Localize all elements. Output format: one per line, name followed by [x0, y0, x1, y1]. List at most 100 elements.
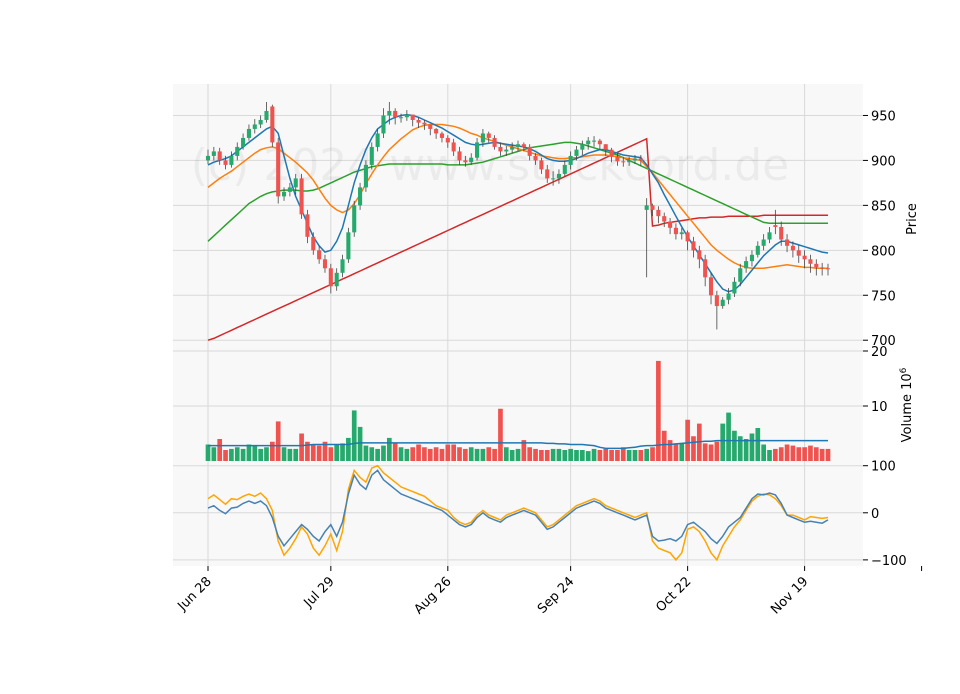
candle-body — [439, 133, 445, 138]
volume-tick-label: 20 — [871, 345, 888, 360]
candle-body — [445, 137, 450, 143]
watermark: (c) 2024 www.stockcord.de — [191, 140, 790, 191]
volume-axis-label: Volume 106 — [899, 367, 915, 442]
candle-body — [346, 232, 351, 260]
candle-body — [375, 133, 380, 147]
candle-body — [603, 144, 608, 150]
candle-body — [767, 232, 772, 240]
volume-bar — [316, 445, 322, 461]
candle-body — [340, 259, 345, 273]
volume-bar — [550, 448, 556, 461]
candle-body — [369, 146, 374, 165]
volume-bar — [439, 448, 445, 461]
volume-bar — [597, 450, 603, 461]
candle-body — [381, 115, 386, 134]
volume-bar — [539, 450, 544, 461]
candle-body — [732, 281, 737, 294]
volume-bar — [270, 441, 275, 461]
volume-bar — [205, 444, 211, 461]
candle-body — [246, 128, 251, 138]
candle-body — [457, 151, 462, 161]
volume-bar — [357, 426, 363, 461]
candle-body — [293, 178, 298, 188]
price-axis-label: Price — [905, 203, 920, 235]
volume-bar — [620, 447, 626, 461]
volume-bar — [346, 437, 351, 461]
volume-bar — [784, 444, 790, 461]
volume-bar — [234, 447, 240, 461]
candle-body — [223, 160, 228, 165]
candle-body — [779, 226, 784, 240]
volume-bar — [691, 436, 696, 461]
candle-body — [679, 232, 684, 235]
volume-bar — [229, 448, 234, 461]
candle-body — [258, 119, 263, 125]
candle-body — [498, 146, 503, 152]
candle-body — [703, 259, 708, 278]
candle-body — [515, 144, 521, 147]
candle-body — [586, 140, 591, 145]
candle-body — [276, 142, 281, 197]
volume-bar — [375, 448, 380, 461]
candle-body — [317, 250, 322, 260]
volume-bar — [574, 450, 579, 461]
volume-bar — [708, 444, 714, 461]
candle-body — [551, 178, 556, 180]
candle-body — [363, 164, 368, 188]
candle-body — [714, 295, 719, 307]
volume-bar — [533, 448, 538, 461]
volume-bar — [556, 448, 562, 461]
candle-body — [825, 268, 831, 270]
price-tick-label: 850 — [871, 199, 896, 214]
volume-bar — [474, 448, 480, 461]
candle-body — [229, 155, 234, 165]
candle-body — [726, 293, 731, 300]
candle-body — [428, 124, 433, 129]
volume-bar — [796, 447, 802, 461]
volume-bar — [264, 447, 269, 461]
volume-bar — [211, 447, 217, 461]
candle-body — [311, 236, 316, 251]
candle-body — [597, 140, 602, 145]
price-tick-label: 950 — [871, 109, 896, 124]
chart-svg: (c) 2024 www.stockcord.de Jun 28 Jul 29 Au… — [0, 0, 960, 690]
candle-body — [270, 106, 275, 143]
candle-body — [387, 110, 392, 116]
candle-body — [539, 160, 544, 170]
candle-body — [527, 146, 532, 156]
candle-body — [235, 146, 240, 156]
candle-body — [808, 259, 813, 264]
volume-bar — [310, 444, 316, 461]
candle-body — [697, 250, 702, 260]
volume-bar — [568, 448, 573, 461]
candle-body — [404, 114, 409, 118]
volume-bar — [223, 450, 228, 461]
candle-body — [504, 149, 509, 152]
candle-body — [469, 157, 474, 163]
volume-bar — [381, 445, 386, 461]
volume-bar — [468, 447, 474, 461]
volume-bar — [486, 447, 492, 461]
volume-bar — [299, 433, 304, 461]
volume-bar — [515, 448, 521, 461]
volume-bar — [702, 443, 708, 461]
volume-bar — [351, 410, 357, 461]
volume-bar — [369, 447, 375, 461]
volume-bar — [246, 444, 252, 461]
volume-bar — [714, 441, 720, 461]
candle-body — [738, 268, 743, 282]
candle-body — [451, 142, 456, 152]
candle-body — [621, 161, 626, 163]
candle-body — [305, 214, 310, 237]
volume-bar — [761, 444, 766, 461]
price-panel — [173, 84, 863, 351]
candle-body — [814, 263, 819, 268]
volume-bar — [252, 445, 258, 461]
volume-bar — [363, 445, 369, 461]
volume-bar — [544, 450, 550, 461]
volume-bar — [340, 443, 345, 461]
candle-body — [615, 156, 620, 162]
candle-body — [533, 155, 538, 161]
candle-body — [820, 267, 825, 269]
volume-bar — [755, 428, 761, 461]
